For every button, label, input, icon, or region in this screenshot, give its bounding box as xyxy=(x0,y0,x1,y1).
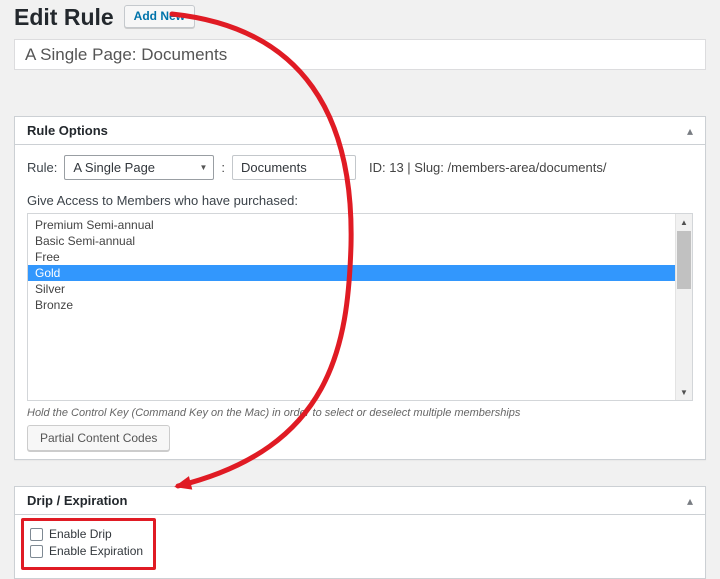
enable-drip-row[interactable]: Enable Drip xyxy=(30,527,143,541)
partial-content-codes-button[interactable]: Partial Content Codes xyxy=(27,425,170,451)
membership-option[interactable]: Basic Semi-annual xyxy=(28,233,692,249)
dropdown-caret-icon: ▼ xyxy=(199,163,207,172)
rule-value-input[interactable] xyxy=(232,155,356,180)
memberships-listbox[interactable]: Premium Semi-annual Basic Semi-annual Fr… xyxy=(27,213,693,401)
rule-row: Rule: A Single Page ▼ : ID: 13 | Slug: /… xyxy=(27,155,693,180)
drip-expiration-panel-body: Enable Drip Enable Expiration xyxy=(15,515,705,578)
rule-type-select[interactable]: A Single Page ▼ xyxy=(64,155,214,180)
drip-expiration-panel-header[interactable]: Drip / Expiration ▴ xyxy=(15,487,705,515)
membership-option[interactable]: Bronze xyxy=(28,297,692,313)
drip-expiration-panel: Drip / Expiration ▴ Enable Drip Enable E… xyxy=(14,486,706,579)
rule-options-panel-header[interactable]: Rule Options ▴ xyxy=(15,117,705,145)
multiselect-hint: Hold the Control Key (Command Key on the… xyxy=(27,407,693,419)
rule-options-panel: Rule Options ▴ Rule: A Single Page ▼ : I… xyxy=(14,116,706,460)
enable-drip-checkbox[interactable] xyxy=(30,528,43,541)
rule-label: Rule: xyxy=(27,160,57,175)
access-label: Give Access to Members who have purchase… xyxy=(27,193,693,208)
memberships-list: Premium Semi-annual Basic Semi-annual Fr… xyxy=(28,214,692,313)
edit-rule-page: Edit Rule Add New A Single Page: Documen… xyxy=(0,0,720,579)
enable-expiration-row[interactable]: Enable Expiration xyxy=(30,544,143,558)
drip-expiration-panel-title: Drip / Expiration xyxy=(27,493,127,508)
rule-options-panel-title: Rule Options xyxy=(27,123,108,138)
collapse-panel-icon[interactable]: ▴ xyxy=(687,495,693,507)
id-slug-text: ID: 13 | Slug: /members-area/documents/ xyxy=(369,160,606,175)
listbox-scrollbar[interactable]: ▲ ▼ xyxy=(675,214,692,400)
add-new-button[interactable]: Add New xyxy=(124,5,195,28)
rule-type-selected-value: A Single Page xyxy=(73,160,155,175)
rule-title-input[interactable]: A Single Page: Documents xyxy=(14,39,706,70)
rule-options-panel-body: Rule: A Single Page ▼ : ID: 13 | Slug: /… xyxy=(15,145,705,459)
enable-expiration-checkbox[interactable] xyxy=(30,545,43,558)
enable-expiration-label: Enable Expiration xyxy=(49,544,143,558)
rule-separator: : xyxy=(221,160,225,175)
scrollbar-thumb[interactable] xyxy=(677,231,691,289)
membership-option[interactable]: Free xyxy=(28,249,692,265)
annotation-highlight-box: Enable Drip Enable Expiration xyxy=(21,518,156,570)
enable-drip-label: Enable Drip xyxy=(49,527,112,541)
page-header: Edit Rule Add New xyxy=(14,4,706,36)
scroll-up-icon[interactable]: ▲ xyxy=(676,214,692,230)
collapse-panel-icon[interactable]: ▴ xyxy=(687,125,693,137)
page-title: Edit Rule xyxy=(14,4,114,30)
scroll-down-icon[interactable]: ▼ xyxy=(676,384,692,400)
membership-option-selected[interactable]: Gold xyxy=(28,265,692,281)
membership-option[interactable]: Premium Semi-annual xyxy=(28,217,692,233)
membership-option[interactable]: Silver xyxy=(28,281,692,297)
